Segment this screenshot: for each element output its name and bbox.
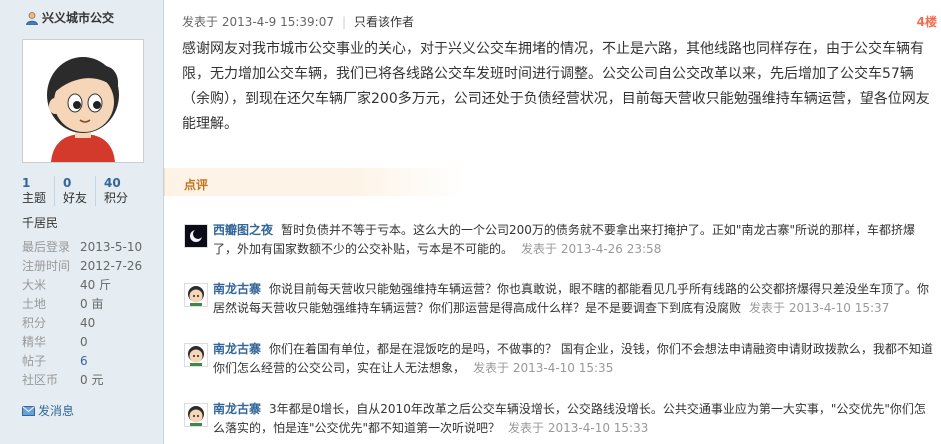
info-posts-link[interactable]: 6 — [80, 352, 88, 371]
info-value: 40 斤 — [80, 278, 112, 292]
avatar[interactable] — [22, 39, 144, 163]
comment-body: 南龙古寨 3年都是0增长，自从2010年改革之后公交车辆没增长，公交路线没增长。公… — [213, 400, 936, 438]
comment-body: 南龙古寨 你们在着国有单位，都是在混饭吃的是吗，不做事的？ 国有企业，没钱，你们不… — [213, 340, 936, 378]
user-icon — [26, 11, 38, 25]
comment-avatar-image — [185, 404, 207, 426]
info-value: 0 元 — [80, 373, 104, 387]
info-key: 社区币 — [22, 373, 59, 387]
comments-title: 点评 — [184, 178, 209, 192]
author-sidebar: 兴义城市公交 1 主题 0 好友 40 积分 千居民 最后登录 2013-5-1… — [0, 0, 164, 444]
comment-author[interactable]: 西瓣图之夜 — [213, 223, 273, 237]
post-meta: 发表于 2013-4-9 15:39:07 | 只看该作者 — [182, 13, 414, 30]
comment-avatar[interactable] — [184, 343, 208, 367]
info-coins: 社区币 0 元 — [22, 371, 142, 390]
post-time: 发表于 2013-4-9 15:39:07 — [182, 15, 334, 29]
floor-number[interactable]: 4楼 — [917, 13, 937, 30]
meta-divider: | — [342, 14, 347, 29]
stat-friends[interactable]: 0 好友 — [63, 176, 97, 206]
comment-time: 发表于 2013-4-10 15:37 — [749, 301, 890, 315]
comment-avatar[interactable] — [184, 283, 208, 307]
stat-threads-label: 主题 — [22, 191, 47, 205]
comment-author[interactable]: 南龙古寨 — [213, 282, 261, 296]
comment-avatar-image — [185, 344, 207, 366]
info-key: 大米 — [22, 278, 47, 292]
send-message-label[interactable]: 发消息 — [38, 402, 74, 419]
info-value: 2012-7-26 — [80, 259, 143, 273]
stat-threads[interactable]: 1 主题 — [22, 176, 56, 206]
comment-avatar-image — [185, 284, 207, 306]
comment-author[interactable]: 南龙古寨 — [213, 402, 261, 416]
stat-threads-count[interactable]: 1 — [22, 176, 46, 190]
info-key: 注册时间 — [22, 259, 71, 273]
info-key: 精华 — [22, 335, 47, 349]
stat-points-count[interactable]: 40 — [104, 176, 128, 190]
comment-time: 发表于 2013-4-10 15:35 — [473, 361, 614, 375]
info-points: 积分 40 — [22, 314, 142, 333]
info-value: 2013-5-10 — [80, 240, 143, 254]
author-stats: 1 主题 0 好友 40 积分 — [22, 176, 144, 206]
comment-avatar[interactable] — [184, 224, 208, 248]
info-value: 0 亩 — [80, 297, 104, 311]
info-posts: 帖子 6 — [22, 352, 142, 371]
info-land: 土地 0 亩 — [22, 295, 142, 314]
info-digest: 精华 0 — [22, 333, 142, 352]
post-content: 感谢网友对我市城市公交事业的关心，对于兴义公交车拥堵的情况，不止是六路，其他线路… — [182, 41, 930, 132]
comment-body: 南龙古寨 你说目前每天营收只能勉强维持车辆运营？你也真敢说，眼不瞎的都能看见几乎所… — [213, 280, 936, 318]
info-register-time: 注册时间 2012-7-26 — [22, 257, 142, 276]
comment-time: 发表于 2013-4-10 15:33 — [508, 421, 649, 435]
info-key: 土地 — [22, 297, 47, 311]
stat-points[interactable]: 40 积分 — [104, 176, 136, 206]
avatar-image — [23, 40, 143, 162]
info-value: 0 — [80, 335, 88, 349]
post-main: 发表于 2013-4-9 15:39:07 | 只看该作者 4楼 感谢网友对我市… — [164, 0, 941, 444]
info-key: 积分 — [22, 316, 47, 330]
info-value: 40 — [80, 316, 96, 330]
comment-body: 西瓣图之夜 暂时负债并不等于亏本。这么大的一个公司200万的债务就不要拿出来打掩护… — [213, 221, 936, 259]
info-rice: 大米 40 斤 — [22, 276, 142, 295]
author-only-link[interactable]: 只看该作者 — [354, 13, 414, 30]
comment-avatar-image — [185, 225, 207, 247]
info-key: 最后登录 — [22, 240, 71, 254]
comment-time: 发表于 2013-4-26 23:58 — [521, 242, 662, 256]
author-name-row[interactable]: 兴义城市公交 — [25, 9, 114, 26]
user-rank: 千居民 — [22, 216, 59, 230]
author-name[interactable]: 兴义城市公交 — [42, 9, 114, 26]
author-info: 最后登录 2013-5-10 注册时间 2012-7-26 大米 40 斤 土地… — [22, 238, 142, 390]
comment-avatar[interactable] — [184, 403, 208, 427]
info-last-login: 最后登录 2013-5-10 — [22, 238, 142, 257]
comment-header-bar — [164, 168, 465, 196]
stat-friends-count[interactable]: 0 — [63, 176, 87, 190]
send-message-link[interactable]: 发消息 — [22, 402, 74, 419]
envelope-icon — [22, 405, 35, 416]
stat-friends-label: 好友 — [63, 191, 88, 205]
info-key: 帖子 — [22, 354, 47, 368]
comment-author[interactable]: 南龙古寨 — [213, 342, 261, 356]
stat-points-label: 积分 — [104, 191, 129, 205]
